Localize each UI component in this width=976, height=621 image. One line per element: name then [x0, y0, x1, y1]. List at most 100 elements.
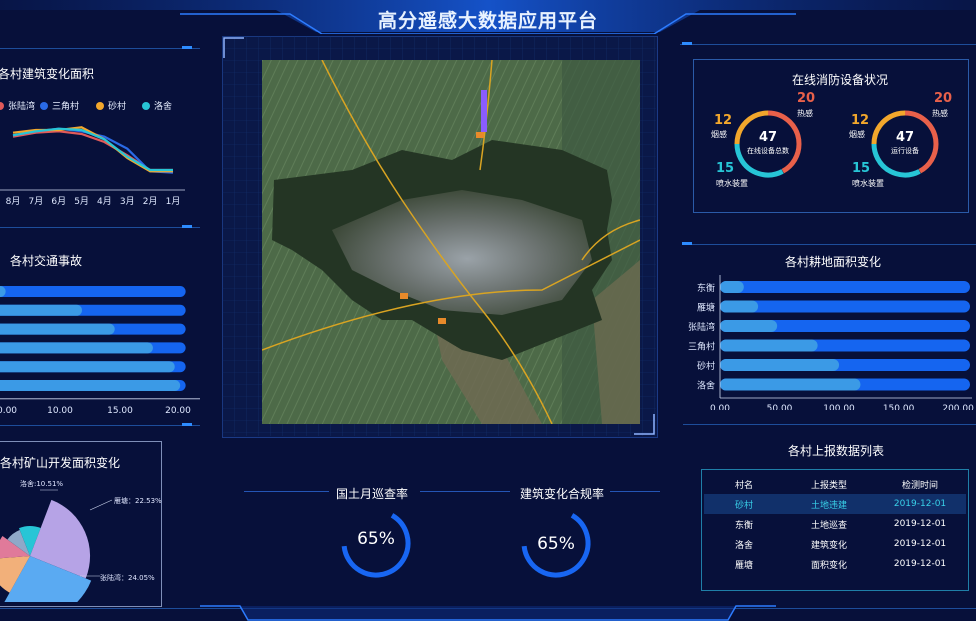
divider [0, 48, 200, 49]
pie-label-yantang: 雁塘：22.53% [114, 497, 162, 505]
gauge-divider [420, 491, 510, 492]
bar[interactable] [720, 378, 861, 391]
category-label: 东衡 [697, 282, 715, 294]
gauge-title-patrol: 国土月巡查率 [336, 487, 409, 501]
gauge-divider [244, 491, 329, 492]
table-cell: 建筑变化 [810, 540, 847, 551]
bar[interactable] [720, 359, 840, 371]
gauge-compliance-value: 65% [537, 534, 575, 554]
gauge-divider [610, 491, 660, 492]
smoke-label: 烟感 [711, 130, 727, 139]
x-tick-label: 10.00 [47, 406, 73, 415]
x-tick-label: 200.00 [942, 404, 974, 410]
table-cell: 雁塘 [734, 560, 753, 571]
table-cell: 2019-12-01 [893, 519, 947, 529]
table-cell: 土地巡查 [810, 520, 847, 531]
table-row[interactable]: 雁塘 面积变化 2019-12-01 [704, 554, 966, 574]
spray-count: 15 [852, 161, 871, 176]
report-table: 村名 上报类型 检测时间 砂村 土地违建 2019-12-01 东衡 土地巡查 2019-… [704, 474, 966, 574]
page-title: 高分遥感大数据应用平台 [377, 10, 598, 32]
spray-count: 15 [716, 161, 735, 176]
fire-panel-title: 在线消防设备状况 [792, 73, 889, 87]
x-tick-label: 1月 [166, 196, 181, 207]
x-tick-label: 6月 [51, 196, 66, 207]
bar[interactable] [720, 300, 759, 313]
table-header-row: 村名 上报类型 检测时间 [704, 474, 966, 494]
gauge-patrol-value: 65% [357, 529, 395, 549]
x-tick-label: 15.00 [107, 406, 133, 415]
smoke-label: 烟感 [849, 130, 865, 139]
bar[interactable] [0, 323, 115, 335]
x-tick-label: 2月 [143, 196, 158, 207]
mining-chart-title: 各村矿山开发面积变化 [0, 456, 121, 470]
gauge-title-compliance: 建筑变化合规率 [520, 487, 605, 501]
category-label: 雁塘 [697, 302, 715, 314]
divider [0, 227, 200, 228]
smoke-count: 12 [851, 113, 870, 128]
bar[interactable] [720, 339, 818, 352]
x-tick-label: 3月 [120, 196, 135, 207]
corner-accent [182, 423, 192, 426]
category-label: 砂村 [697, 360, 715, 372]
series-line [12, 127, 173, 172]
traffic-chart-title: 各村交通事故 [10, 254, 83, 268]
corner-accent [182, 46, 192, 49]
corner-accent [682, 42, 692, 45]
x-tick-label: 20.00 [165, 406, 191, 415]
bar[interactable] [0, 304, 82, 316]
bar[interactable] [720, 320, 778, 332]
footer-accent [200, 605, 776, 621]
bar[interactable] [0, 380, 181, 391]
heat-count: 20 [797, 91, 816, 106]
legend-swatch [40, 102, 48, 110]
x-tick-label: 5月 [74, 196, 89, 207]
pie-label-zhangluwan: 张陆湾：24.05% [100, 574, 155, 582]
heat-label: 热感 [797, 109, 813, 118]
spray-label: 喷水装置 [852, 179, 884, 188]
bar-track [0, 286, 186, 297]
column-header: 村名 [734, 480, 753, 491]
online-total-label: 在线设备总数 [747, 147, 789, 155]
x-tick-label: 4月 [97, 196, 112, 207]
table-cell: 2019-12-01 [893, 559, 947, 569]
table-row[interactable]: 洛舍 建筑变化 2019-12-01 [704, 534, 966, 554]
table-cell: 面积变化 [810, 560, 847, 571]
pie-label-luoshe: 洛舍:10.51% [20, 480, 64, 488]
bar[interactable] [720, 281, 744, 293]
running-total-label: 运行设备 [891, 147, 919, 155]
table-row[interactable]: 东衡 土地巡查 2019-12-01 [704, 514, 966, 534]
corner-accent [182, 225, 192, 228]
x-tick-label: 150.00 [883, 404, 915, 410]
heat-label: 热感 [932, 109, 948, 118]
table-cell: 砂村 [734, 500, 753, 511]
bar[interactable] [0, 342, 153, 354]
x-tick-label: 0.00 [0, 406, 17, 415]
satellite-map[interactable] [262, 60, 640, 424]
building-chart-title: 各村建筑变化面积 [0, 67, 95, 81]
column-header: 检测时间 [901, 480, 938, 491]
table-cell: 2019-12-01 [893, 539, 947, 549]
x-tick-label: 7月 [28, 196, 43, 207]
divider [683, 424, 976, 425]
farmland-chart-title: 各村耕地面积变化 [785, 255, 882, 269]
heat-count: 20 [934, 91, 953, 106]
legend-swatch [0, 102, 4, 110]
divider [680, 44, 976, 45]
table-cell: 2019-12-01 [893, 499, 947, 509]
bar[interactable] [0, 361, 175, 373]
table-row[interactable]: 砂村 土地违建 2019-12-01 [704, 494, 966, 514]
running-total-value: 47 [895, 130, 915, 145]
label-leader [89, 499, 113, 511]
bar-track [720, 281, 970, 293]
spray-label: 喷水装置 [716, 179, 748, 188]
building-line-chart: 8月 7月 6月 5月 4月 3月 2月 1月 [0, 126, 185, 207]
traffic-bar-chart: 0.00 10.00 15.00 20.00 [0, 286, 200, 415]
corner-accent [682, 242, 692, 245]
legend-swatch [142, 102, 150, 110]
divider [683, 244, 976, 245]
category-label: 张陆湾 [688, 321, 715, 333]
smoke-count: 12 [714, 113, 733, 128]
column-header: 上报类型 [810, 480, 847, 491]
category-label: 洛舍 [697, 380, 715, 392]
online-total-value: 47 [758, 130, 778, 145]
